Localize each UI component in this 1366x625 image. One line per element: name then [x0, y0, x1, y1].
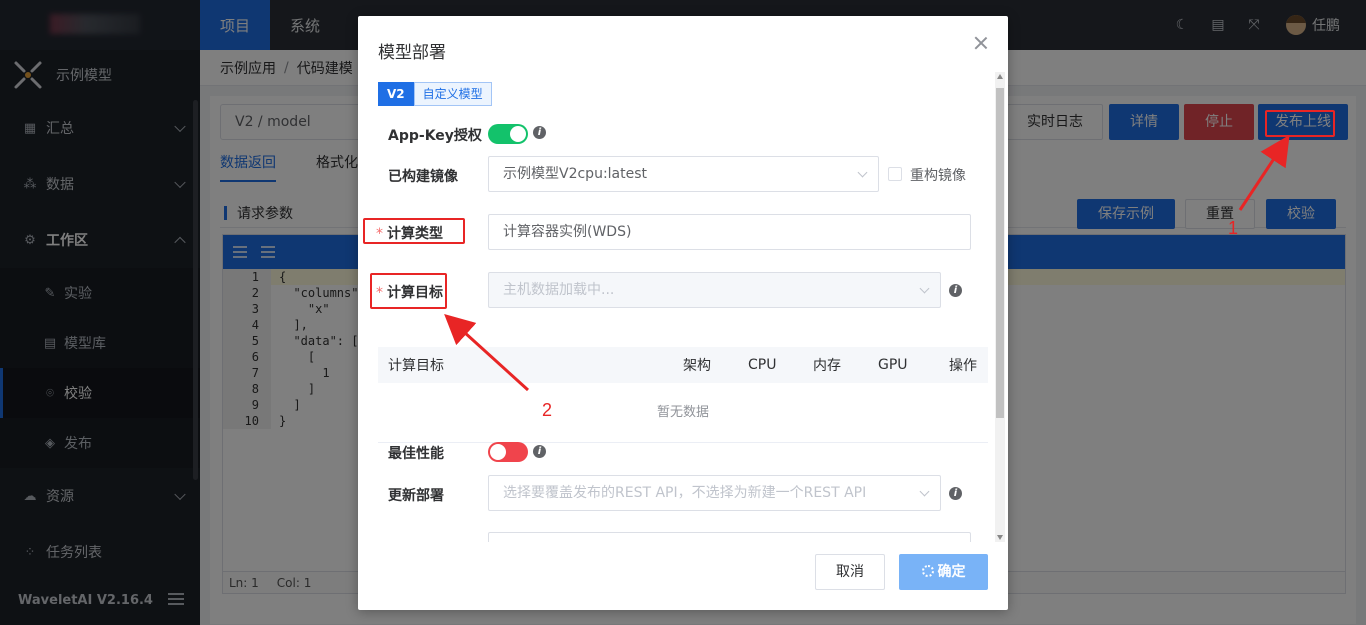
- compute-target-select[interactable]: 主机数据加载中...: [488, 272, 941, 308]
- confirm-button[interactable]: 确定: [899, 554, 988, 590]
- table-empty-text: 暂无数据: [378, 383, 988, 443]
- tab-v2[interactable]: V2: [378, 82, 414, 106]
- app-key-label: App-Key授权: [388, 128, 482, 144]
- version-tabs: V2 自定义模型: [378, 82, 492, 106]
- info-icon[interactable]: i: [949, 284, 962, 297]
- table-header-cell: 计算目标: [388, 358, 444, 374]
- table-header-cell: 架构: [683, 358, 711, 374]
- dialog-scrollbar[interactable]: [992, 72, 1005, 542]
- loading-spinner-icon: [921, 565, 934, 577]
- chevron-down-icon: [919, 283, 930, 294]
- next-field-input[interactable]: [488, 532, 971, 542]
- best-performance-switch[interactable]: [488, 442, 528, 462]
- update-deploy-label: 更新部署: [388, 488, 444, 504]
- table-header-cell: 操作: [949, 358, 977, 374]
- rebuild-checkbox[interactable]: [888, 167, 902, 181]
- update-deploy-select[interactable]: 选择要覆盖发布的REST API，不选择为新建一个REST API: [488, 475, 941, 511]
- scroll-down-icon[interactable]: [997, 535, 1003, 540]
- app-key-switch[interactable]: [488, 124, 528, 144]
- compute-target-placeholder: 主机数据加载中...: [503, 282, 615, 298]
- dialog-title: 模型部署: [378, 43, 446, 63]
- annotation-box-compute-type: [363, 218, 465, 244]
- dialog-body: V2 自定义模型 App-Key授权 i 已构建镜像 示例模型V2cpu:lat…: [358, 72, 1008, 542]
- cancel-button[interactable]: 取消: [815, 554, 885, 590]
- table-header-cell: CPU: [748, 357, 777, 373]
- table-header-cell: 内存: [813, 358, 841, 374]
- update-deploy-placeholder: 选择要覆盖发布的REST API，不选择为新建一个REST API: [503, 485, 867, 501]
- annotation-box-publish: [1265, 110, 1335, 137]
- chevron-down-icon: [857, 167, 868, 178]
- compute-type-input[interactable]: 计算容器实例(WDS): [488, 214, 971, 250]
- compute-target-table: 计算目标 架构 CPU 内存 GPU 操作 暂无数据: [378, 347, 988, 443]
- rebuild-label: 重构镜像: [910, 168, 966, 184]
- info-icon[interactable]: i: [949, 487, 962, 500]
- tab-custom-model[interactable]: 自定义模型: [413, 82, 492, 106]
- scrollbar-thumb[interactable]: [996, 88, 1004, 418]
- annotation-box-compute-target: [370, 273, 447, 309]
- chevron-down-icon: [919, 486, 930, 497]
- scroll-up-icon[interactable]: [997, 74, 1003, 79]
- annotation-number-2: 2: [542, 400, 553, 420]
- table-header-cell: GPU: [878, 357, 908, 373]
- close-icon[interactable]: [974, 36, 988, 50]
- image-value: 示例模型V2cpu:latest: [503, 166, 648, 182]
- info-icon[interactable]: i: [533, 126, 546, 139]
- best-performance-label: 最佳性能: [388, 446, 444, 462]
- image-label: 已构建镜像: [388, 169, 458, 185]
- info-icon[interactable]: i: [533, 445, 546, 458]
- image-select[interactable]: 示例模型V2cpu:latest: [488, 156, 879, 192]
- deploy-dialog: 模型部署 V2 自定义模型 App-Key授权 i 已构建镜像 示例模型V2cp…: [358, 16, 1008, 610]
- annotation-number-1: 1: [1228, 218, 1239, 238]
- table-header: 计算目标 架构 CPU 内存 GPU 操作: [378, 347, 988, 383]
